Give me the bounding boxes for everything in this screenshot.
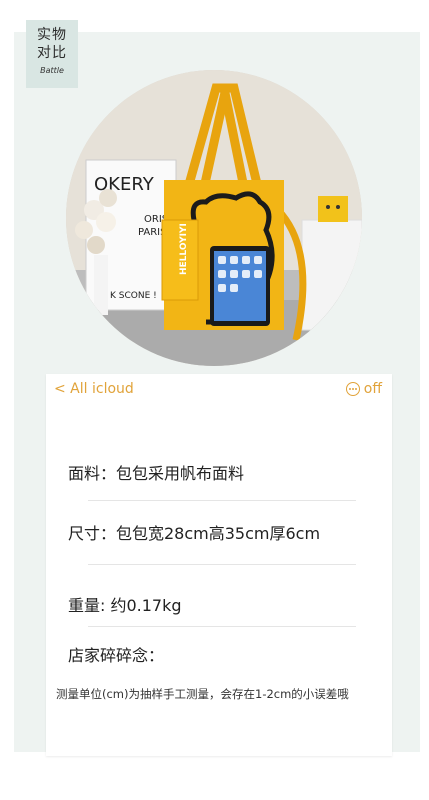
spec-card: < All icloud off 面料：包包采用帆布面料 尺寸：包包宽28cm高… bbox=[46, 374, 392, 756]
product-photo: OKERY ORIS PARIS K SCONE ! HELLOYIYI bbox=[66, 70, 362, 366]
off-label: off bbox=[363, 381, 382, 397]
more-dots-icon bbox=[345, 382, 360, 396]
measurement-note: 测量单位(cm)为抽样手工测量，会存在1-2cm的小误差哦 bbox=[56, 687, 349, 701]
badge-line-2: 对比 bbox=[37, 45, 67, 61]
divider bbox=[88, 626, 356, 627]
badge-line-1: 实物 bbox=[37, 27, 67, 43]
comparison-badge: 实物 对比 Battle bbox=[26, 20, 78, 88]
weight-spec: 重量: 约0.17kg bbox=[68, 596, 182, 615]
top-bar: < All icloud off bbox=[46, 374, 392, 406]
back-link[interactable]: < All icloud bbox=[54, 381, 134, 397]
badge-sub: Battle bbox=[40, 66, 64, 75]
divider bbox=[88, 564, 356, 565]
pouch-text: HELLOYIYI bbox=[179, 223, 189, 275]
off-toggle[interactable]: off bbox=[345, 381, 382, 397]
divider bbox=[88, 500, 356, 501]
scone-text: K SCONE ! bbox=[110, 291, 157, 301]
material-spec: 面料：包包采用帆布面料 bbox=[68, 464, 245, 483]
size-spec: 尺寸：包包宽28cm高35cm厚6cm bbox=[68, 524, 321, 543]
product-photo-illustration: OKERY ORIS PARIS K SCONE ! HELLOYIYI bbox=[66, 70, 362, 366]
notes-title: 店家碎碎念： bbox=[68, 646, 165, 665]
